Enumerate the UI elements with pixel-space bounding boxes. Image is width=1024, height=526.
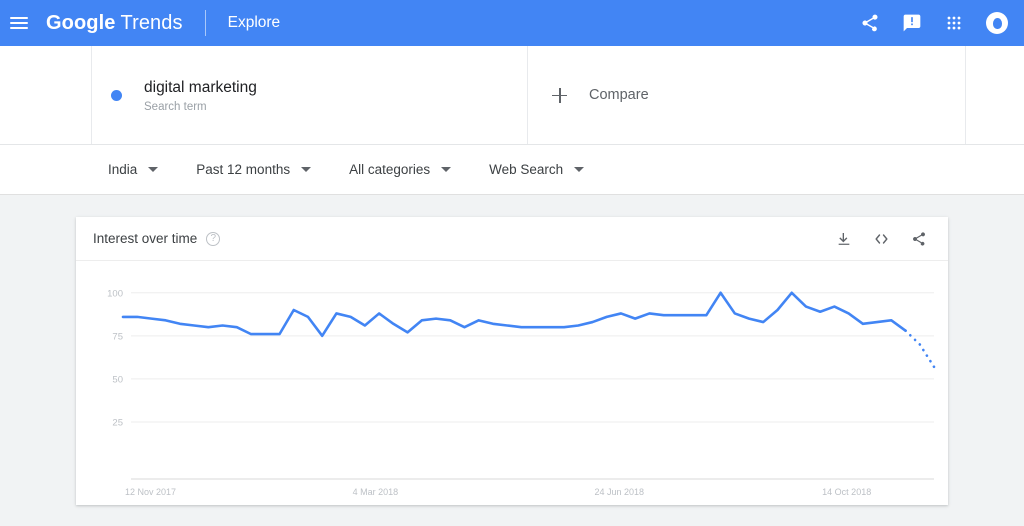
card-actions: [836, 231, 927, 247]
filter-time-range-label: Past 12 months: [196, 162, 291, 177]
filter-location-label: India: [108, 162, 138, 177]
query-left-spacer: [0, 46, 92, 144]
filter-row: India Past 12 months All categories Web …: [0, 145, 1024, 195]
y-axis-tick: 75: [112, 331, 123, 342]
chevron-down-icon: [301, 167, 312, 172]
interest-over-time-card: Interest over time ? 25 50 75 100 12 Nov…: [76, 217, 948, 505]
search-term-value: digital marketing: [144, 78, 257, 96]
page-title: Interest over time: [93, 231, 198, 246]
search-term-type: Search term: [144, 100, 207, 113]
brand-google-text: Google: [46, 11, 116, 34]
filter-category-label: All categories: [349, 162, 431, 177]
x-axis-tick: 12 Nov 2017: [125, 487, 176, 497]
help-question-icon[interactable]: ?: [206, 231, 221, 246]
brand-logo[interactable]: Google Trends: [46, 12, 183, 35]
chevron-down-icon: [574, 167, 585, 172]
y-axis-tick: 100: [107, 288, 123, 299]
apps-grid-icon[interactable]: [944, 13, 964, 33]
feedback-icon[interactable]: [902, 13, 922, 33]
search-term-text: digital marketing Search term: [144, 78, 257, 113]
explore-nav-item[interactable]: Explore: [228, 14, 281, 32]
query-right-spacer: [966, 46, 1024, 144]
chevron-down-icon: [148, 167, 159, 172]
series-line-digital-marketing: [121, 291, 907, 338]
compare-label: Compare: [589, 87, 649, 103]
download-icon[interactable]: [836, 231, 852, 247]
interest-over-time-chart[interactable]: 25 50 75 100 12 Nov 2017 4 Mar 2018 24 Jun 201…: [76, 261, 948, 504]
series-color-dot-icon: [111, 89, 122, 101]
appbar-actions: [860, 0, 1016, 46]
brand-product-text: Trends: [120, 11, 183, 34]
chart-area[interactable]: 25 50 75 100 12 Nov 2017 4 Mar 2018 24 Jun 201…: [76, 261, 948, 504]
appbar-divider: [204, 10, 206, 36]
y-axis-tick: 25: [112, 417, 123, 428]
plus-icon: [552, 87, 567, 103]
filter-search-type-label: Web Search: [489, 162, 564, 177]
filter-search-type[interactable]: Web Search: [489, 162, 585, 177]
query-row: digital marketing Search term Compare: [0, 46, 1024, 145]
filter-category[interactable]: All categories: [349, 162, 452, 177]
embed-code-icon[interactable]: [873, 231, 890, 247]
x-axis-tick: 14 Oct 2018: [822, 487, 871, 497]
compare-button[interactable]: Compare: [528, 46, 966, 144]
filter-location[interactable]: India: [108, 162, 159, 177]
card-header: Interest over time ?: [76, 217, 948, 261]
share-icon[interactable]: [911, 231, 927, 247]
share-icon[interactable]: [860, 13, 880, 33]
hamburger-menu-icon[interactable]: [10, 17, 28, 29]
x-axis-tick: 24 Jun 2018: [595, 487, 645, 497]
account-avatar-icon[interactable]: [986, 12, 1008, 34]
filter-time-range[interactable]: Past 12 months: [196, 162, 312, 177]
top-app-bar: Google Trends Explore: [0, 0, 1024, 46]
page-body: Interest over time ? 25 50 75 100 12 Nov…: [0, 195, 1024, 522]
chevron-down-icon: [441, 167, 452, 172]
search-term-panel[interactable]: digital marketing Search term: [92, 46, 528, 144]
y-axis-tick: 50: [112, 374, 123, 385]
x-axis-tick: 4 Mar 2018: [353, 487, 399, 497]
avatar: [986, 12, 1008, 34]
